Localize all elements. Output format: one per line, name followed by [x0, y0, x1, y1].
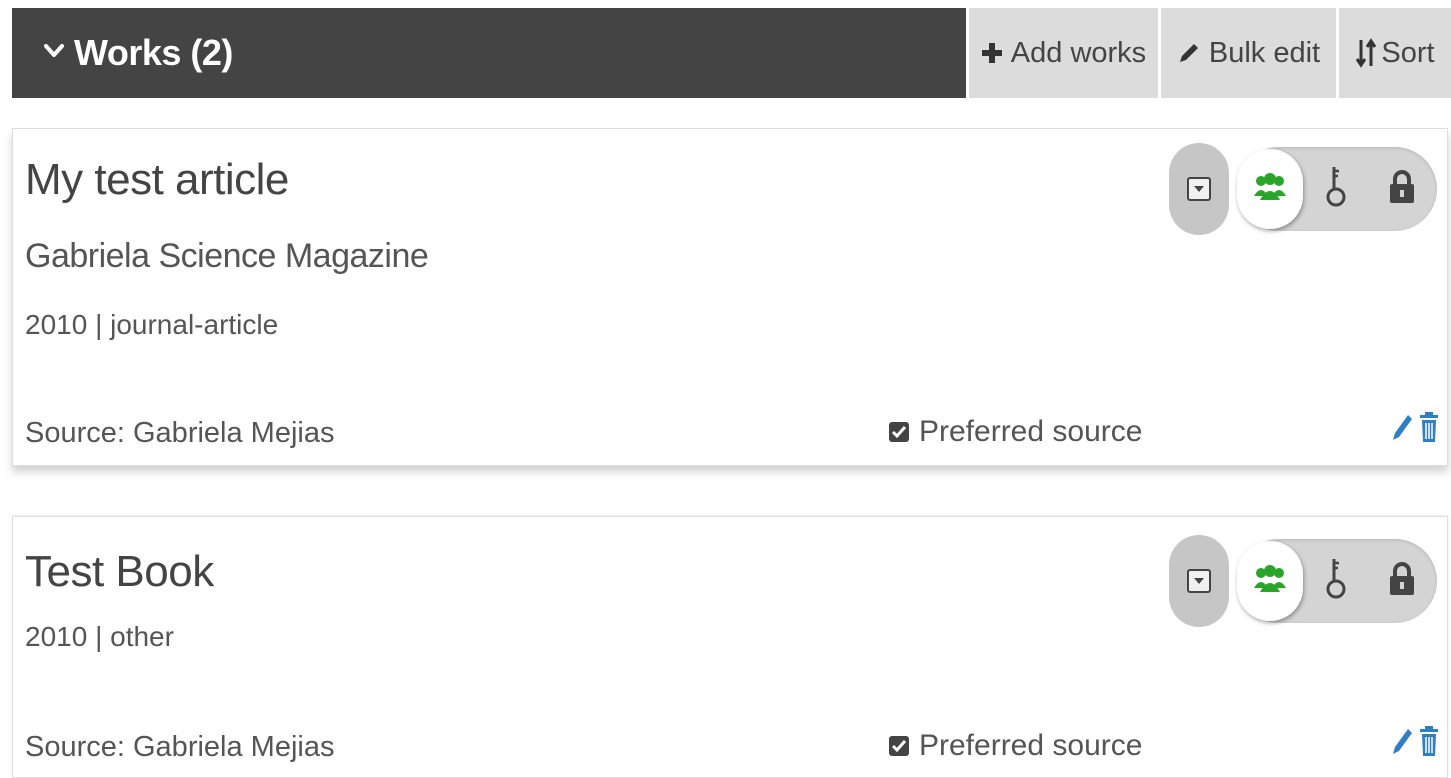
bulk-edit-label: Bulk edit — [1208, 36, 1321, 69]
work-item: Test Book 2010 | other Source: Gabriela … — [12, 516, 1448, 778]
visibility-toggle — [1237, 147, 1437, 231]
works-header: Works (2) Add works Bulk edit Sort — [12, 8, 1451, 98]
work-item: My test article Gabriela Science Magazin… — [12, 128, 1448, 466]
work-title: Test Book — [25, 547, 214, 596]
pencil-icon — [1177, 41, 1201, 65]
works-title: Works (2) — [74, 32, 233, 73]
dropdown-icon — [1187, 569, 1211, 593]
trusted-party-icon — [1325, 557, 1347, 606]
visibility-toggle — [1237, 539, 1437, 623]
work-actions — [1391, 725, 1439, 757]
visibility-everyone[interactable] — [1237, 539, 1303, 623]
visibility-everyone[interactable] — [1237, 147, 1303, 231]
visibility-trusted[interactable] — [1303, 539, 1369, 623]
privacy-dropdown-button[interactable] — [1169, 535, 1229, 627]
preferred-source-label: Preferred source — [919, 415, 1143, 448]
preferred-source-label: Preferred source — [919, 729, 1143, 762]
sort-icon — [1355, 38, 1377, 68]
work-meta: 2010 | journal-article — [25, 309, 279, 340]
lock-icon — [1387, 561, 1417, 602]
chevron-down-icon — [44, 38, 64, 64]
work-actions — [1391, 411, 1439, 443]
edit-icon[interactable] — [1391, 412, 1413, 442]
visibility-private[interactable] — [1369, 147, 1435, 231]
privacy-controls — [1169, 143, 1437, 235]
privacy-controls — [1169, 535, 1437, 627]
work-journal: Gabriela Science Magazine — [25, 237, 429, 275]
work-source: Source: Gabriela Mejias — [25, 731, 335, 763]
dropdown-icon — [1187, 177, 1211, 201]
everyone-icon — [1252, 172, 1288, 207]
sort-button[interactable]: Sort — [1336, 8, 1451, 98]
everyone-icon — [1252, 564, 1288, 599]
preferred-source: Preferred source — [887, 415, 1142, 449]
lock-icon — [1387, 169, 1417, 210]
plus-icon — [981, 42, 1003, 64]
bulk-edit-button[interactable]: Bulk edit — [1158, 8, 1336, 98]
privacy-dropdown-button[interactable] — [1169, 143, 1229, 235]
trusted-party-icon — [1325, 165, 1347, 214]
visibility-trusted[interactable] — [1303, 147, 1369, 231]
add-works-label: Add works — [1010, 36, 1147, 69]
visibility-private[interactable] — [1369, 539, 1435, 623]
work-source: Source: Gabriela Mejias — [25, 417, 335, 449]
trash-icon[interactable] — [1419, 725, 1439, 757]
sort-label: Sort — [1381, 36, 1435, 69]
trash-icon[interactable] — [1419, 411, 1439, 443]
work-title: My test article — [25, 155, 289, 204]
works-toggle[interactable]: Works (2) — [12, 8, 966, 98]
work-meta: 2010 | other — [25, 621, 174, 652]
checkbox-icon — [887, 420, 911, 444]
add-works-button[interactable]: Add works — [966, 8, 1158, 98]
edit-icon[interactable] — [1391, 726, 1413, 756]
checkbox-icon — [887, 734, 911, 758]
preferred-source: Preferred source — [887, 729, 1142, 763]
